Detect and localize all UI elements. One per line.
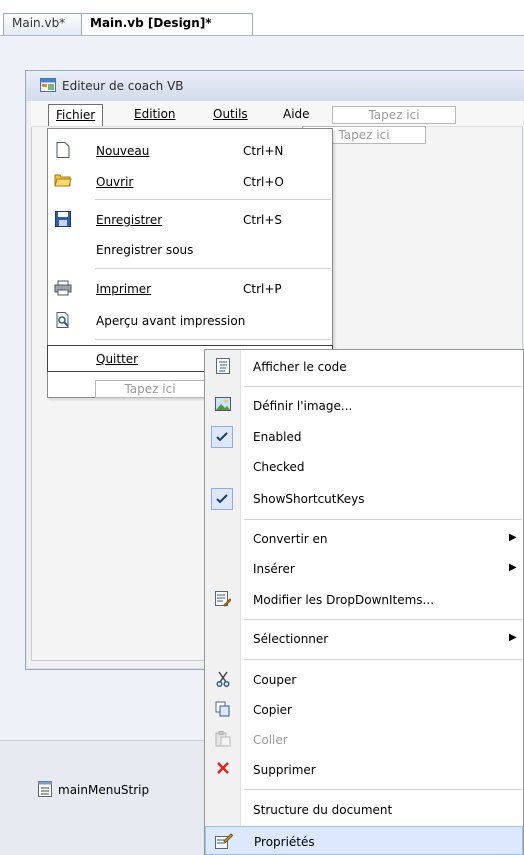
print-preview-icon (54, 312, 72, 330)
ctx-afficher-code[interactable]: Afficher le code (205, 352, 523, 382)
delete-icon (213, 761, 233, 779)
ctx-coller: Coller (205, 725, 523, 755)
check-icon (211, 488, 233, 510)
ctx-supprimer[interactable]: Supprimer (205, 755, 523, 785)
menu-separator (244, 789, 522, 790)
ctx-structure-document[interactable]: Structure du document (205, 795, 523, 825)
submenu-arrow-icon: ▶ (509, 532, 517, 543)
new-document-icon (54, 142, 72, 160)
menu-item-apercu[interactable]: Aperçu avant impression (48, 308, 332, 334)
image-icon (213, 397, 233, 415)
tab-label: Main.vb* (12, 16, 66, 30)
ctx-couper[interactable]: Couper (205, 665, 523, 695)
ctx-inserer[interactable]: Insérer ▶ (205, 554, 523, 584)
form-title: Editeur de coach VB (62, 79, 184, 93)
menu-edition[interactable]: Edition (127, 104, 183, 126)
tab-main-vb-design[interactable]: Main.vb [Design]* (81, 13, 253, 37)
menu-separator (244, 386, 522, 387)
open-folder-icon (54, 173, 72, 191)
edit-items-icon (213, 591, 233, 609)
menu-separator (244, 519, 522, 520)
menu-item-imprimer[interactable]: Imprimer Ctrl+P (48, 276, 332, 302)
tray-item-label: mainMenuStrip (58, 783, 150, 797)
tab-label: Main.vb [Design]* (90, 16, 212, 30)
menu-separator (244, 619, 522, 620)
view-code-icon (213, 358, 233, 376)
copy-icon (213, 701, 233, 719)
menu-item-enregistrer[interactable]: Enregistrer Ctrl+S (48, 207, 332, 233)
cut-icon (213, 671, 233, 689)
tray-item-mainmenustrip[interactable]: mainMenuStrip (38, 780, 149, 800)
menu-label: Aide (283, 107, 310, 121)
menu-item-ouvrir[interactable]: Ouvrir Ctrl+O (48, 169, 332, 195)
menu-fichier[interactable]: Fichier (48, 104, 104, 126)
ctx-proprietes[interactable]: Propriétés (205, 826, 523, 855)
ctx-convertir-en[interactable]: Convertir en ▶ (205, 524, 523, 554)
print-icon (54, 280, 72, 298)
ctx-definir-image[interactable]: Définir l'image... (205, 391, 523, 421)
menu-label: Outils (213, 107, 248, 121)
menu-item-enregistrer-sous[interactable]: Enregistrer sous (48, 237, 332, 263)
menustrip-icon (38, 780, 52, 800)
menu-label: Edition (134, 107, 176, 121)
ctx-copier[interactable]: Copier (205, 695, 523, 725)
menu-separator (95, 199, 331, 200)
ctx-enabled[interactable]: Enabled (205, 422, 523, 452)
menu-label: Fichier (56, 108, 96, 122)
ctx-checked[interactable]: Checked (205, 452, 523, 482)
paste-icon (213, 731, 233, 749)
submenu-arrow-icon: ▶ (509, 562, 517, 573)
menu-separator (244, 659, 522, 660)
form-titlebar: Editeur de coach VB (26, 71, 524, 101)
form-icon (40, 77, 56, 95)
menu-separator (95, 268, 331, 269)
menu-outils[interactable]: Outils (206, 104, 255, 126)
ctx-modifier-dropdownitems[interactable]: Modifier les DropDownItems... (205, 585, 523, 615)
tab-main-vb[interactable]: Main.vb* (3, 13, 85, 36)
check-icon (211, 426, 233, 448)
menu-placeholder-dropdown[interactable]: Tapez ici (95, 380, 205, 398)
menu-item-nouveau[interactable]: Nouveau Ctrl+N (48, 138, 332, 164)
save-icon (54, 211, 72, 229)
ctx-selectionner[interactable]: Sélectionner ▶ (205, 624, 523, 654)
menu-placeholder-top[interactable]: Tapez ici (332, 106, 456, 124)
submenu-arrow-icon: ▶ (509, 632, 517, 643)
menu-aide[interactable]: Aide (276, 104, 317, 126)
properties-icon (214, 833, 234, 851)
ctx-showshortcutkeys[interactable]: ShowShortcutKeys (205, 484, 523, 514)
menu-separator (95, 339, 331, 340)
